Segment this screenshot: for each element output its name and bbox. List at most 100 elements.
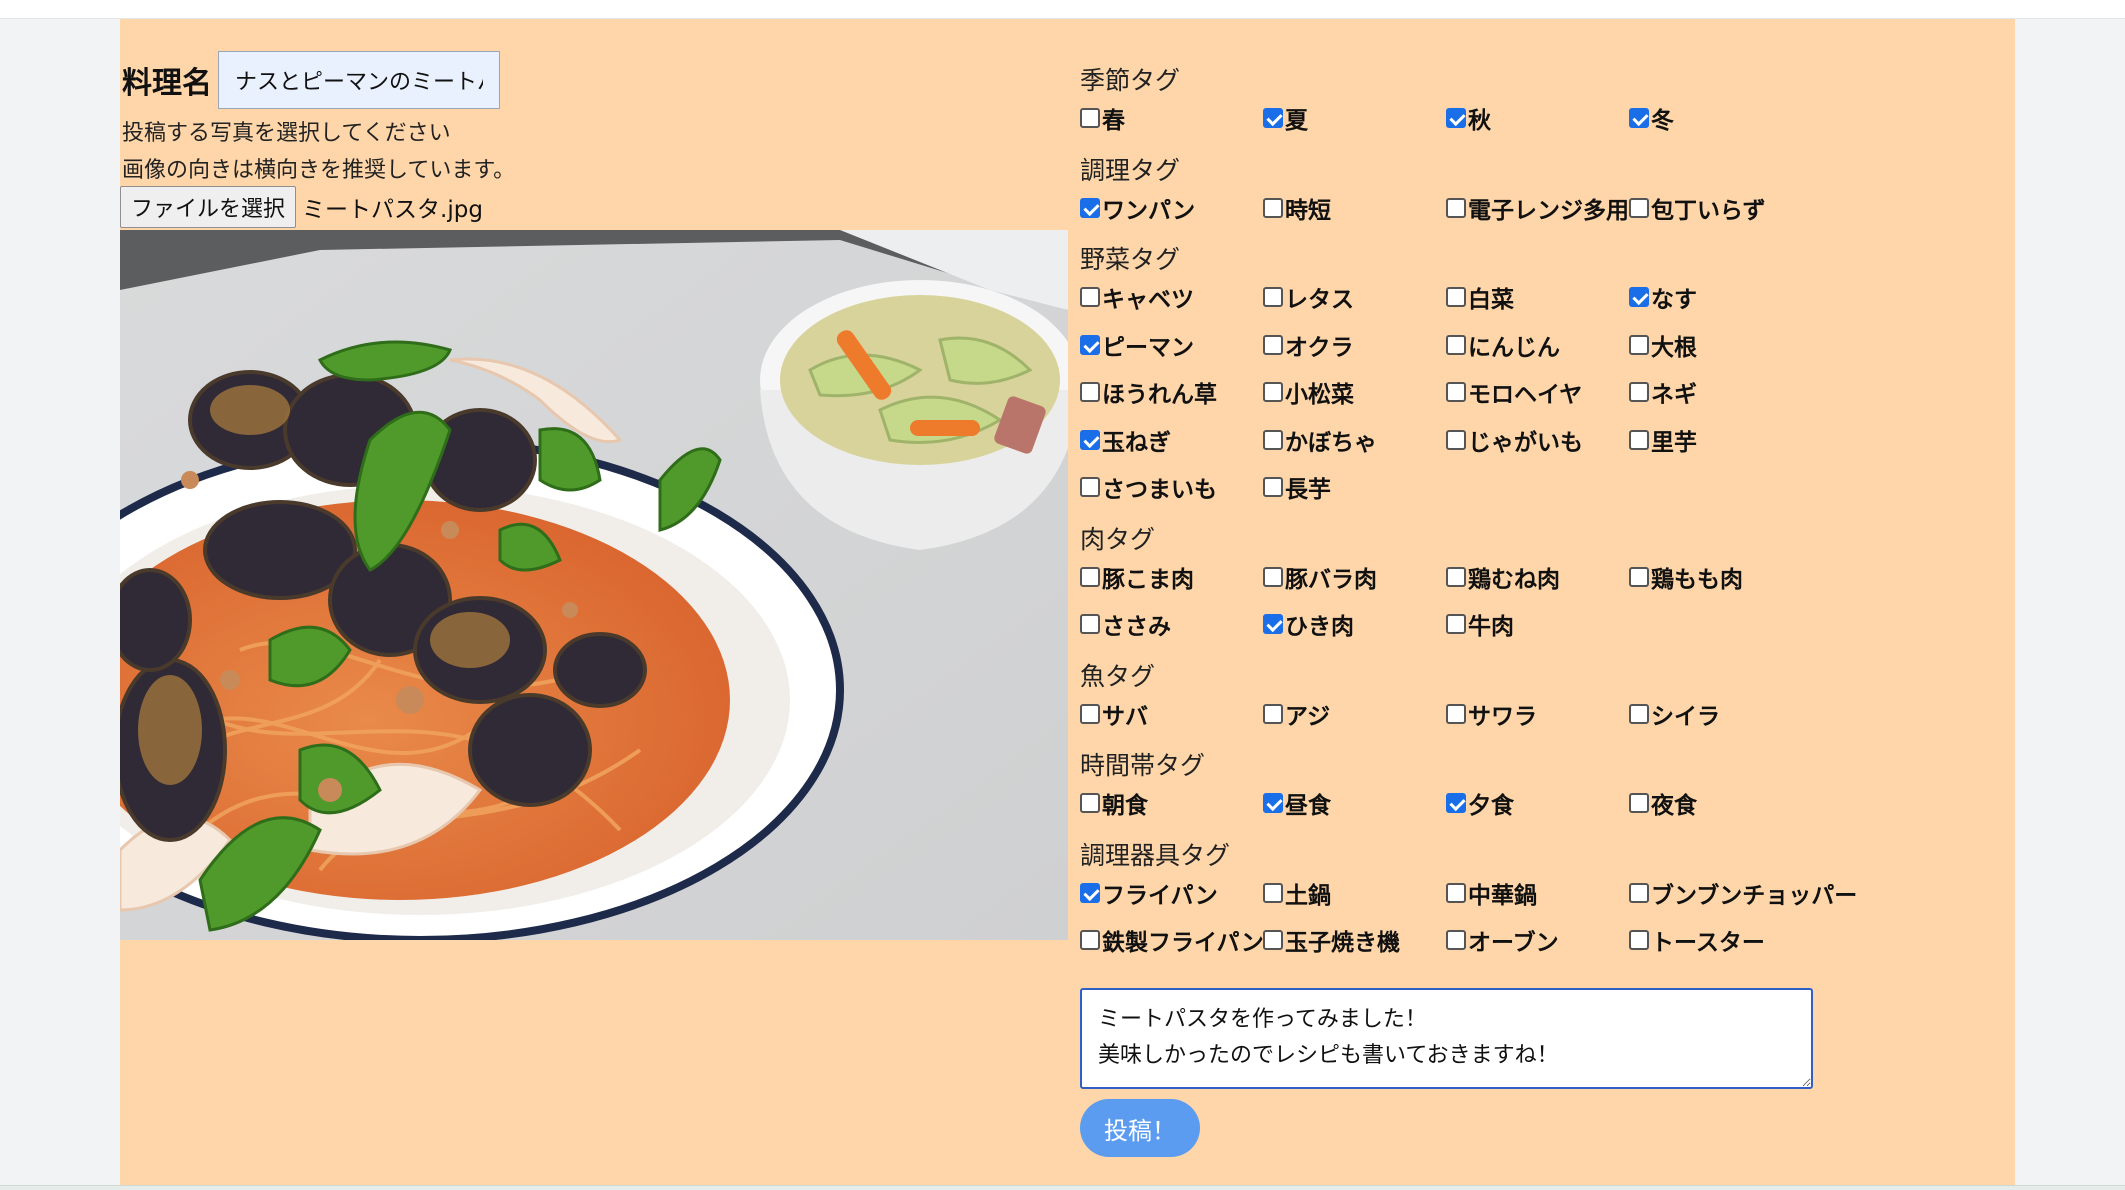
tag-vegetable-7[interactable]: 大根 xyxy=(1629,330,1697,361)
submit-post-button[interactable]: 投稿！ xyxy=(1080,1099,1200,1157)
tag-vegetable-13[interactable]: かぼちゃ xyxy=(1263,425,1377,456)
tag-vegetable-9[interactable]: 小松菜 xyxy=(1263,377,1354,408)
tag-utensil-5[interactable]: 玉子焼き機 xyxy=(1263,925,1400,956)
checkbox-vegetable-17[interactable] xyxy=(1263,477,1283,497)
checkbox-vegetable-13[interactable] xyxy=(1263,429,1283,450)
tag-fish-2[interactable]: サワラ xyxy=(1446,699,1537,730)
choose-file-button[interactable]: ファイルを選択 xyxy=(120,186,297,228)
tag-fish-1[interactable]: アジ xyxy=(1263,699,1330,730)
checkbox-vegetable-9[interactable] xyxy=(1263,382,1283,402)
tag-meat-3[interactable]: 鶏もも肉 xyxy=(1629,562,1743,593)
checkbox-vegetable-6[interactable] xyxy=(1446,334,1466,355)
checkbox-vegetable-10[interactable] xyxy=(1446,382,1466,402)
checkbox-time-1[interactable] xyxy=(1263,793,1283,813)
tag-vegetable-15[interactable]: 里芋 xyxy=(1629,425,1697,456)
tag-vegetable-6[interactable]: にんじん xyxy=(1446,330,1560,361)
tag-vegetable-4[interactable]: ピーマン xyxy=(1080,330,1194,361)
tag-vegetable-16[interactable]: さつまいも xyxy=(1080,472,1217,503)
checkbox-cooking-3[interactable] xyxy=(1629,197,1649,218)
checkbox-meat-5[interactable] xyxy=(1263,614,1283,634)
checkbox-utensil-7[interactable] xyxy=(1629,930,1649,950)
checkbox-vegetable-4[interactable] xyxy=(1080,334,1100,355)
checkbox-vegetable-2[interactable] xyxy=(1446,287,1466,307)
checkbox-fish-3[interactable] xyxy=(1629,703,1649,724)
checkbox-meat-3[interactable] xyxy=(1629,566,1649,587)
checkbox-vegetable-12[interactable] xyxy=(1080,429,1100,450)
checkbox-utensil-4[interactable] xyxy=(1080,930,1100,950)
checkbox-utensil-3[interactable] xyxy=(1629,882,1649,903)
checkbox-cooking-0[interactable] xyxy=(1080,197,1100,218)
tag-meat-6[interactable]: 牛肉 xyxy=(1446,609,1514,640)
tag-cooking-0[interactable]: ワンパン xyxy=(1080,193,1195,224)
tag-vegetable-14[interactable]: じゃがいも xyxy=(1446,425,1583,456)
checkbox-utensil-6[interactable] xyxy=(1446,930,1466,950)
tag-utensil-3[interactable]: ブンブンチョッパー xyxy=(1629,878,1857,909)
checkbox-season-0[interactable] xyxy=(1080,108,1100,128)
tag-meat-5[interactable]: ひき肉 xyxy=(1263,609,1354,640)
checkbox-time-0[interactable] xyxy=(1080,793,1100,813)
tag-season-3[interactable]: 冬 xyxy=(1629,103,1674,134)
tag-cooking-1[interactable]: 時短 xyxy=(1263,193,1331,224)
checkbox-utensil-5[interactable] xyxy=(1263,930,1283,950)
tag-time-3[interactable]: 夜食 xyxy=(1629,788,1697,819)
checkbox-vegetable-11[interactable] xyxy=(1629,382,1649,402)
checkbox-vegetable-15[interactable] xyxy=(1629,429,1649,450)
tag-utensil-1[interactable]: 土鍋 xyxy=(1263,878,1331,909)
tag-season-0[interactable]: 春 xyxy=(1080,103,1125,134)
checkbox-vegetable-14[interactable] xyxy=(1446,429,1466,450)
tag-utensil-2[interactable]: 中華鍋 xyxy=(1446,878,1537,909)
checkbox-vegetable-16[interactable] xyxy=(1080,477,1100,497)
tag-fish-0[interactable]: サバ xyxy=(1080,699,1148,730)
checkbox-season-2[interactable] xyxy=(1446,108,1466,128)
tag-vegetable-10[interactable]: モロヘイヤ xyxy=(1446,377,1582,408)
checkbox-utensil-2[interactable] xyxy=(1446,882,1466,903)
checkbox-meat-2[interactable] xyxy=(1446,566,1466,587)
tag-season-2[interactable]: 秋 xyxy=(1446,103,1491,134)
tag-meat-2[interactable]: 鶏むね肉 xyxy=(1446,562,1560,593)
tag-fish-3[interactable]: シイラ xyxy=(1629,699,1720,730)
checkbox-vegetable-7[interactable] xyxy=(1629,334,1649,355)
checkbox-season-3[interactable] xyxy=(1629,108,1649,128)
dish-name-input[interactable] xyxy=(218,51,500,109)
checkbox-vegetable-8[interactable] xyxy=(1080,382,1100,402)
checkbox-vegetable-3[interactable] xyxy=(1629,287,1649,307)
checkbox-fish-1[interactable] xyxy=(1263,703,1283,724)
tag-vegetable-1[interactable]: レタス xyxy=(1263,282,1354,313)
checkbox-fish-0[interactable] xyxy=(1080,703,1100,724)
comment-textarea[interactable]: ミートパスタを作ってみました！ 美味しかったのでレシピも書いておきますね！ xyxy=(1080,988,1813,1089)
checkbox-time-2[interactable] xyxy=(1446,793,1466,813)
checkbox-meat-6[interactable] xyxy=(1446,614,1466,634)
tag-meat-1[interactable]: 豚バラ肉 xyxy=(1263,562,1377,593)
checkbox-utensil-1[interactable] xyxy=(1263,882,1283,903)
tag-cooking-3[interactable]: 包丁いらず xyxy=(1629,193,1766,224)
tag-vegetable-5[interactable]: オクラ xyxy=(1263,330,1354,361)
checkbox-cooking-2[interactable] xyxy=(1446,197,1466,218)
checkbox-utensil-0[interactable] xyxy=(1080,882,1100,903)
tag-vegetable-17[interactable]: 長芋 xyxy=(1263,472,1331,503)
tag-time-2[interactable]: 夕食 xyxy=(1446,788,1514,819)
checkbox-meat-1[interactable] xyxy=(1263,566,1283,587)
tag-vegetable-12[interactable]: 玉ねぎ xyxy=(1080,425,1171,456)
tag-time-1[interactable]: 昼食 xyxy=(1263,788,1331,819)
checkbox-meat-4[interactable] xyxy=(1080,614,1100,634)
tag-meat-0[interactable]: 豚こま肉 xyxy=(1080,562,1194,593)
tag-vegetable-8[interactable]: ほうれん草 xyxy=(1080,377,1217,408)
tag-cooking-2[interactable]: 電子レンジ多用 xyxy=(1446,193,1629,224)
checkbox-fish-2[interactable] xyxy=(1446,703,1466,724)
tag-utensil-4[interactable]: 鉄製フライパン xyxy=(1080,925,1264,956)
tag-utensil-7[interactable]: トースター xyxy=(1629,925,1765,956)
checkbox-time-3[interactable] xyxy=(1629,793,1649,813)
tag-vegetable-3[interactable]: なす xyxy=(1629,282,1697,313)
checkbox-season-1[interactable] xyxy=(1263,108,1283,128)
checkbox-meat-0[interactable] xyxy=(1080,566,1100,587)
tag-season-1[interactable]: 夏 xyxy=(1263,103,1308,134)
tag-time-0[interactable]: 朝食 xyxy=(1080,788,1148,819)
tag-meat-4[interactable]: ささみ xyxy=(1080,609,1171,640)
checkbox-vegetable-1[interactable] xyxy=(1263,287,1283,307)
checkbox-vegetable-5[interactable] xyxy=(1263,334,1283,355)
tag-vegetable-11[interactable]: ネギ xyxy=(1629,377,1697,408)
tag-utensil-6[interactable]: オーブン xyxy=(1446,925,1559,956)
checkbox-vegetable-0[interactable] xyxy=(1080,287,1100,307)
tag-vegetable-0[interactable]: キャベツ xyxy=(1080,282,1194,313)
tag-vegetable-2[interactable]: 白菜 xyxy=(1446,282,1514,313)
